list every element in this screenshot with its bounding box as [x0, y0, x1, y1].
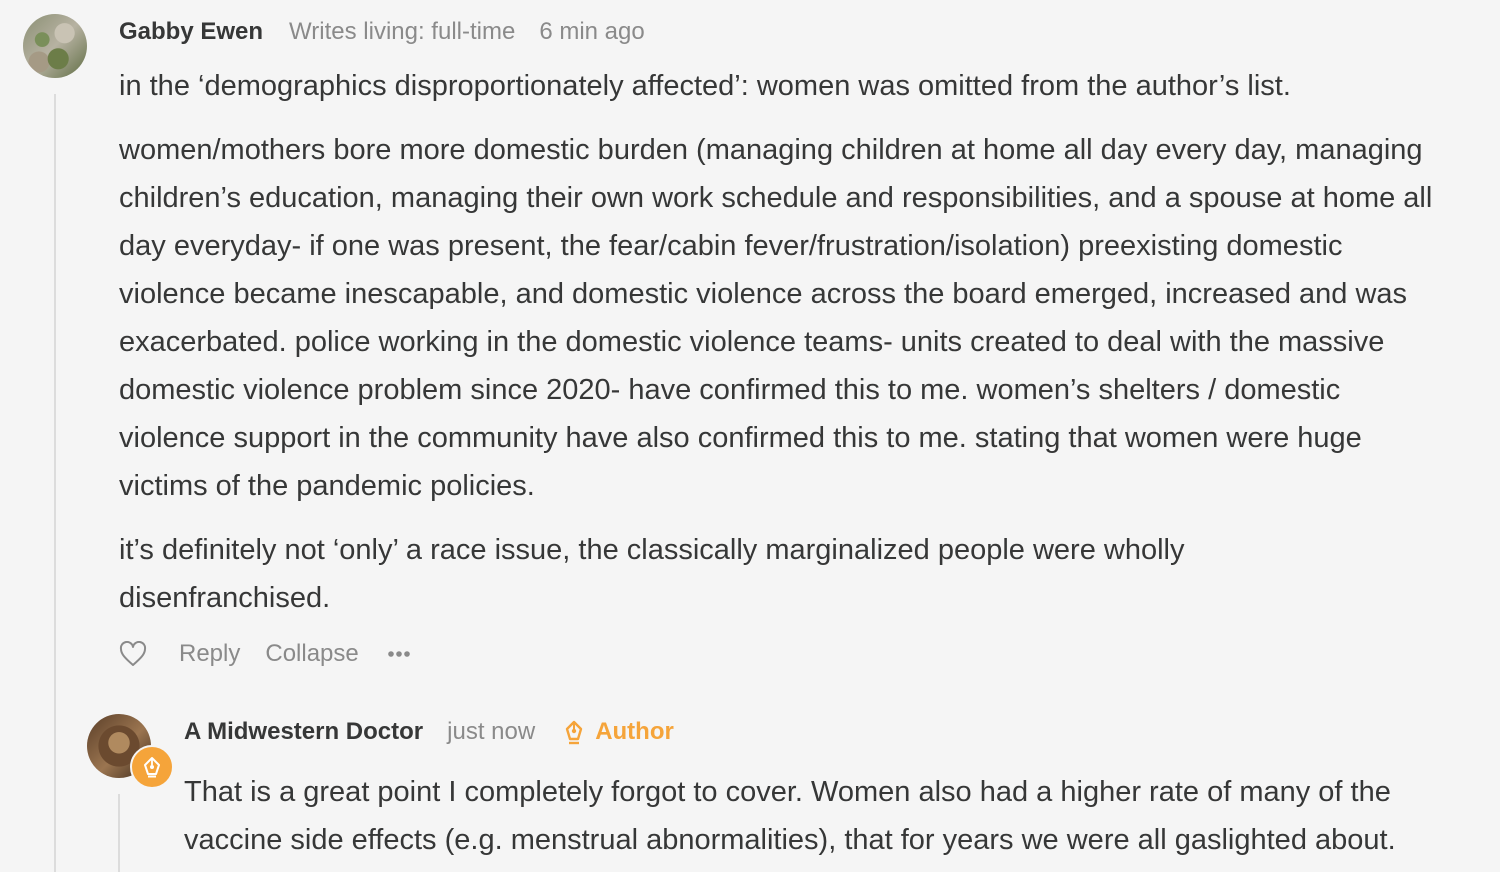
comment-body: in the ‘demographics disproportionately …: [119, 62, 1439, 622]
author-label: Author: [595, 718, 674, 745]
reply-timestamp[interactable]: just now: [447, 718, 535, 746]
comment-paragraph: women/mothers bore more domestic burden …: [119, 134, 1433, 502]
comment-timestamp[interactable]: 6 min ago: [539, 18, 644, 46]
comment-paragraph: it’s definitely not ‘only’ a race issue,…: [119, 534, 1185, 614]
reply-paragraph: That is a great point I completely forgo…: [184, 776, 1396, 856]
reply-meta: A Midwestern Doctor just now Author: [184, 718, 674, 746]
comment-author-subtitle: Writes living: full-time: [289, 18, 516, 45]
reply-button[interactable]: Reply: [179, 640, 240, 668]
comment-actions: Reply Collapse: [119, 640, 411, 668]
author-badge-icon: [130, 745, 174, 789]
pen-nib-icon: [563, 718, 585, 746]
comment-meta: Gabby Ewen Writes living: full-time 6 mi…: [119, 18, 645, 46]
reply-author-name[interactable]: A Midwestern Doctor: [184, 718, 423, 746]
comment-paragraph: in the ‘demographics disproportionately …: [119, 70, 1291, 102]
thread-line-reply[interactable]: [118, 794, 120, 872]
avatar[interactable]: [23, 14, 87, 78]
collapse-button[interactable]: Collapse: [265, 640, 358, 668]
thread-line-main[interactable]: [54, 94, 56, 872]
ellipsis-icon[interactable]: [387, 650, 411, 658]
reply-body: That is a great point I completely forgo…: [184, 768, 1484, 864]
comment-author-name[interactable]: Gabby Ewen: [119, 18, 263, 46]
heart-outline-icon[interactable]: [119, 641, 147, 667]
